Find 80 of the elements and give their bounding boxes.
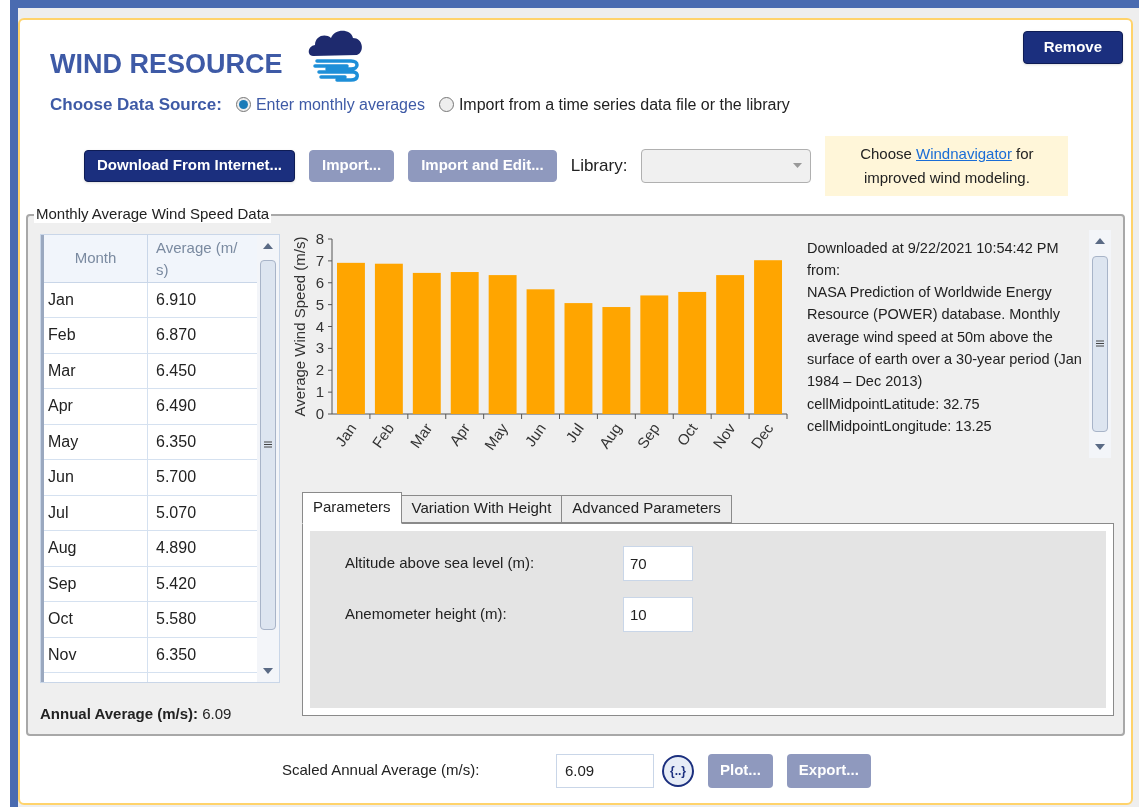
table-cell-text: 6.350	[155, 431, 198, 452]
x-tick-label: Dec	[747, 419, 777, 452]
scaled-average-field[interactable]: 6.09	[556, 753, 654, 788]
grip-icon	[1096, 340, 1104, 347]
table-cell: Mar	[44, 353, 148, 388]
y-tick-label: 5	[315, 295, 324, 313]
scroll-up-icon[interactable]	[263, 242, 273, 249]
y-tick-label: 2	[315, 360, 324, 378]
scroll-down-icon[interactable]	[263, 667, 273, 674]
table-cell: May	[44, 424, 148, 459]
table-cell: Oct	[44, 602, 148, 637]
table-cell: Aug	[44, 531, 148, 566]
table-cell: Jul	[44, 495, 148, 530]
table-cell-text: 6.350	[155, 644, 198, 665]
parameter-field[interactable]: 70	[623, 545, 693, 581]
radio-label[interactable]: Import from a time series data file or the library	[458, 92, 790, 117]
radio-button[interactable]	[438, 97, 454, 113]
windnavigator-note: Choose Windnavigator for improved wind modeling.	[860, 144, 1034, 186]
table-cell-text: 4.890	[155, 538, 198, 559]
toolbar-button[interactable]: Download From Internet...	[84, 149, 295, 182]
x-tick-label: Mar	[406, 419, 436, 451]
grip-icon	[264, 441, 272, 448]
scroll-thumb[interactable]	[1092, 255, 1108, 432]
info-scrollbar[interactable]	[1089, 229, 1111, 458]
table-cell: Jun	[44, 460, 148, 495]
y-tick-label: 6	[315, 273, 324, 291]
y-tick-label: 0	[315, 404, 324, 422]
annual-average-value: 6.09	[202, 704, 232, 722]
table-scrollbar[interactable]	[257, 234, 279, 682]
table-cell-text: 5.700	[155, 467, 198, 488]
dropdown-arrow-icon	[793, 163, 803, 168]
radio-button[interactable]	[235, 97, 251, 113]
table-cell-text: 5.070	[155, 502, 198, 523]
download-info-text: NASA Prediction of Worldwide Energy Resource (POWER) database. Monthly average wind speed at 50m above the surface of earth over a 30-year period (Jan 1984 – Dec 2013)	[807, 283, 1083, 392]
table-cell-text: 6.490	[155, 396, 198, 417]
x-tick-label: Jul	[562, 419, 587, 445]
x-tick-label: Apr	[445, 419, 474, 449]
x-tick-label: Feb	[368, 419, 398, 451]
y-tick-label: 1	[315, 382, 324, 400]
tab[interactable]: Advanced Parameters	[561, 494, 732, 523]
tab[interactable]: Parameters	[302, 491, 402, 524]
parameter-label: Anemometer height (m):	[345, 603, 508, 624]
windnavigator-link[interactable]: Windnavigator	[916, 144, 1012, 162]
download-info-text: cellMidpointLongitude: 13.25	[807, 416, 993, 436]
x-tick-label: Sep	[633, 419, 663, 452]
data-source-label: Choose Data Source:	[50, 94, 222, 116]
table-cell: Nov	[44, 637, 148, 672]
library-dropdown[interactable]	[641, 148, 812, 183]
parameter-field[interactable]: 10	[623, 596, 693, 632]
x-tick-label: Jan	[331, 419, 360, 450]
scroll-thumb[interactable]	[260, 259, 276, 630]
scroll-up-icon[interactable]	[1095, 237, 1105, 244]
table-cell: Feb	[44, 318, 148, 353]
y-axis-label: Average Wind Speed (m/s)	[291, 236, 308, 416]
library-label: Library:	[570, 154, 628, 177]
remove-button[interactable]: Remove	[1022, 31, 1123, 64]
table-cell-text: 6.910	[155, 289, 198, 310]
tab[interactable]: Variation With Height	[400, 494, 563, 523]
parameter-label: Altitude above sea level (m):	[345, 552, 536, 573]
y-tick-label: 8	[315, 229, 324, 247]
y-tick-label: 7	[315, 251, 324, 269]
table-cell: Jan	[44, 282, 148, 317]
table-cell-text: 6.450	[155, 360, 198, 381]
table-cell-text: 5.580	[155, 609, 198, 630]
table-cell: Apr	[44, 389, 148, 424]
annual-average-label: Annual Average (m/s):	[40, 704, 199, 722]
table-cell-text: 5.420	[155, 573, 198, 594]
download-info-text: Downloaded at 9/22/2021 10:54:42 PM from:	[807, 238, 1060, 280]
table-cell-text: 6.870	[155, 325, 198, 346]
section-title: WIND RESOURCE	[50, 47, 283, 81]
table-cell: Sep	[44, 566, 148, 601]
radio-label[interactable]: Enter monthly averages	[255, 92, 425, 117]
download-info-text: cellMidpointLatitude: 32.75	[807, 394, 981, 414]
x-tick-label: Jun	[521, 419, 549, 450]
y-tick-label: 4	[315, 317, 324, 334]
x-tick-label: Oct	[673, 419, 701, 449]
formula-button[interactable]: {..}	[662, 754, 694, 787]
scaled-average-label: Scaled Annual Average (m/s):	[282, 760, 481, 781]
y-tick-label: 3	[315, 338, 324, 356]
scroll-down-icon[interactable]	[1095, 443, 1105, 450]
